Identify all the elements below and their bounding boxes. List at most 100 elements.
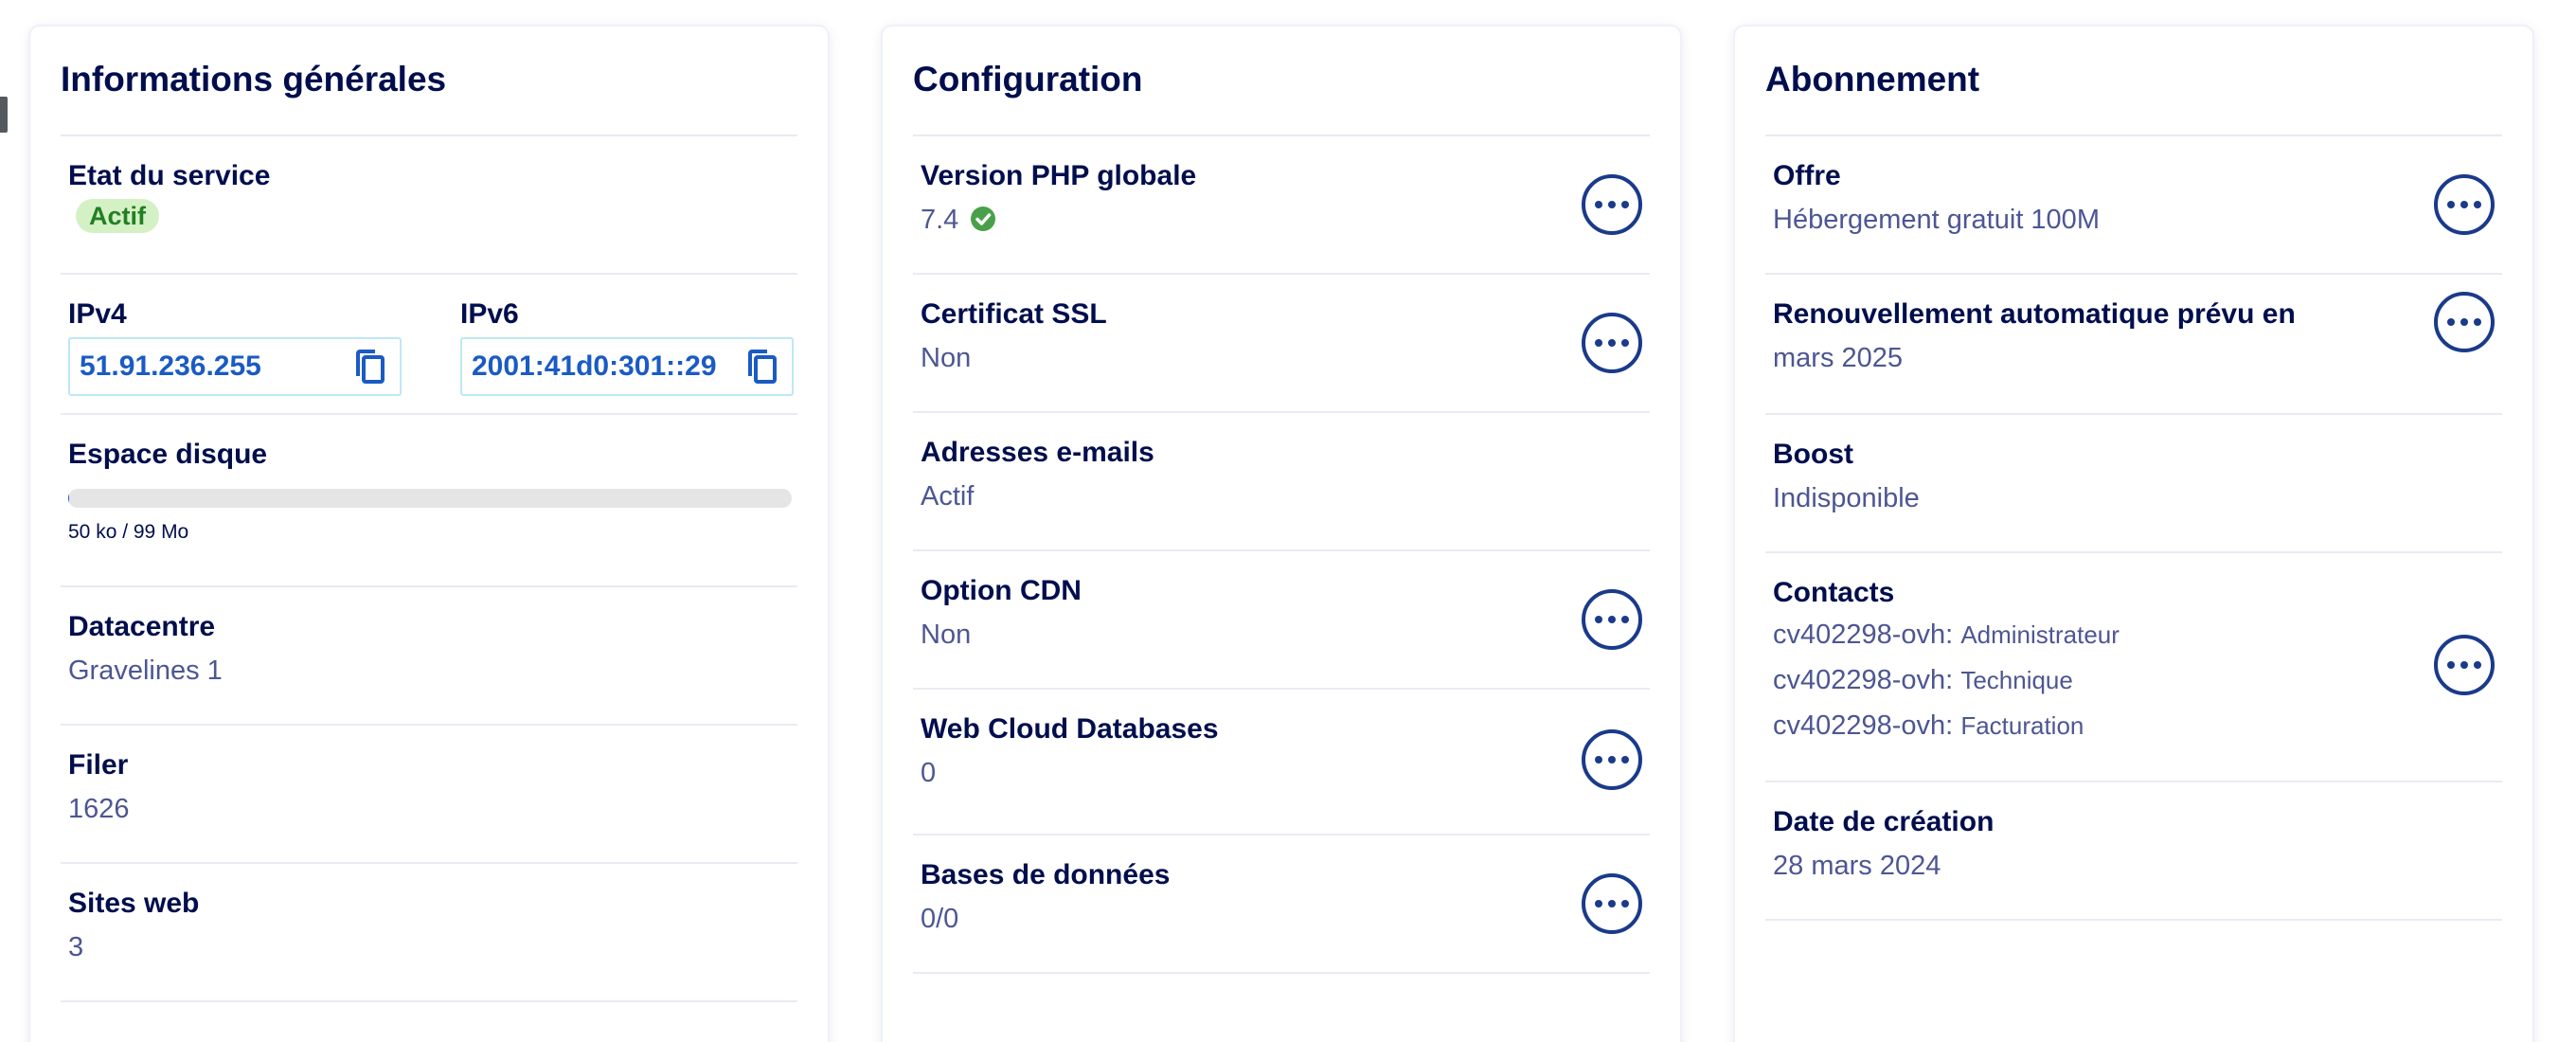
edge-marker <box>0 97 8 133</box>
contact-item: cv402298-ovh: Technique <box>1773 665 2073 695</box>
dot-icon <box>1608 756 1616 764</box>
dot-icon <box>2447 201 2455 208</box>
websites-label: Sites web <box>68 888 200 919</box>
configuration-card: Configuration Version PHP globale 7.4 Ce… <box>883 27 1680 1042</box>
datacentre-value: Gravelines 1 <box>68 656 223 686</box>
creation-date-value: 28 mars 2024 <box>1773 851 1941 881</box>
php-version-value: 7.4 <box>921 205 959 235</box>
dot-icon <box>2460 201 2468 208</box>
ipv6-value: 2001:41d0:301::29 <box>472 350 717 382</box>
ipv6-group: IPv6 2001:41d0:301::29 <box>460 296 794 396</box>
php-version-tile: Version PHP globale 7.4 <box>913 136 1650 275</box>
subscription-card: Abonnement Offre Hébergement gratuit 100… <box>1735 27 2532 1042</box>
service-state-label: Etat du service <box>68 160 271 191</box>
boost-value: Indisponible <box>1773 483 1920 513</box>
dot-icon <box>1608 339 1616 347</box>
websites-value: 3 <box>68 932 84 962</box>
contacts-list: cv402298-ovh: Administrateur cv402298-ov… <box>1773 612 2495 748</box>
creation-date-tile: Date de création 28 mars 2024 <box>1765 782 2502 921</box>
disk-usage-bar <box>68 489 792 508</box>
general-info-card: Informations générales Etat du service A… <box>30 27 828 1042</box>
ip-tile: IPv4 51.91.236.255 IPv6 2001:41d0:301::2… <box>61 275 797 415</box>
cdn-tile: Option CDN Non <box>913 551 1650 690</box>
ssl-value: Non <box>921 343 972 373</box>
dashboard: Informations générales Etat du service A… <box>0 0 2576 1042</box>
dot-icon <box>1621 900 1629 907</box>
renewal-value: mars 2025 <box>1773 343 1904 373</box>
ssl-actions-button[interactable] <box>1582 313 1642 373</box>
disk-space-tile: Espace disque 50 ko / 99 Mo <box>61 415 797 587</box>
filer-label: Filer <box>68 749 129 781</box>
filer-tile: Filer 1626 <box>61 726 797 864</box>
offer-actions-button[interactable] <box>2434 174 2495 235</box>
dot-icon <box>1621 756 1629 764</box>
offer-tile: Offre Hébergement gratuit 100M <box>1765 136 2502 275</box>
offer-value: Hébergement gratuit 100M <box>1773 205 2100 235</box>
copy-icon[interactable] <box>354 348 386 386</box>
dot-icon <box>2447 318 2455 326</box>
renewal-label: Renouvellement automatique prévu en <box>1773 298 2296 330</box>
web-cloud-db-tile: Web Cloud Databases 0 <box>913 690 1650 835</box>
web-cloud-db-label: Web Cloud Databases <box>921 713 1219 745</box>
cdn-value: Non <box>921 620 972 650</box>
copy-icon[interactable] <box>746 348 778 386</box>
offer-label: Offre <box>1773 160 1841 191</box>
datacentre-label: Datacentre <box>68 611 216 642</box>
disk-usage-caption: 50 ko / 99 Mo <box>68 521 189 543</box>
contact-item: cv402298-ovh: Administrateur <box>1773 620 2120 650</box>
filer-value: 1626 <box>68 794 130 824</box>
dot-icon <box>1595 900 1602 907</box>
emails-tile: Adresses e-mails Actif <box>913 413 1650 551</box>
websites-tile: Sites web 3 <box>61 864 797 1002</box>
dot-icon <box>2460 318 2468 326</box>
ipv4-label: IPv4 <box>68 298 127 330</box>
contact-item: cv402298-ovh: Facturation <box>1773 710 2084 741</box>
renewal-actions-button[interactable] <box>2434 292 2495 352</box>
boost-tile: Boost Indisponible <box>1765 415 2502 553</box>
emails-label: Adresses e-mails <box>921 437 1154 468</box>
dot-icon <box>1621 201 1629 208</box>
php-version-value-row: 7.4 <box>921 201 1642 243</box>
dot-icon <box>1608 616 1616 623</box>
cdn-label: Option CDN <box>921 575 1082 606</box>
dot-icon <box>2474 201 2481 208</box>
disk-space-label: Espace disque <box>68 439 268 470</box>
web-cloud-db-value: 0 <box>921 758 937 788</box>
check-circle-icon <box>970 205 996 243</box>
card-title-general: Informations générales <box>61 59 797 136</box>
databases-actions-button[interactable] <box>1582 873 1642 934</box>
ipv6-field[interactable]: 2001:41d0:301::29 <box>460 337 794 396</box>
dot-icon <box>2447 661 2455 669</box>
databases-tile: Bases de données 0/0 <box>913 835 1650 974</box>
ssl-label: Certificat SSL <box>921 298 1107 330</box>
status-badge: Actif <box>76 199 159 233</box>
dot-icon <box>1595 339 1602 347</box>
dot-icon <box>2460 661 2468 669</box>
dot-icon <box>2474 661 2481 669</box>
ipv4-field[interactable]: 51.91.236.255 <box>68 337 402 396</box>
dot-icon <box>2474 318 2481 326</box>
web-cloud-db-actions-button[interactable] <box>1582 729 1642 790</box>
boost-label: Boost <box>1773 439 1853 470</box>
card-title-configuration: Configuration <box>913 59 1650 136</box>
card-title-subscription: Abonnement <box>1765 59 2502 136</box>
dot-icon <box>1595 201 1602 208</box>
databases-label: Bases de données <box>921 859 1171 890</box>
dot-icon <box>1608 201 1616 208</box>
dot-icon <box>1595 616 1602 623</box>
ipv4-value: 51.91.236.255 <box>80 350 261 382</box>
contacts-actions-button[interactable] <box>2434 635 2495 695</box>
ipv4-group: IPv4 51.91.236.255 <box>68 296 402 396</box>
service-state-tile: Etat du service Actif <box>61 136 797 275</box>
renewal-tile: Renouvellement automatique prévu en mars… <box>1765 275 2502 415</box>
cdn-actions-button[interactable] <box>1582 589 1642 650</box>
dot-icon <box>1621 339 1629 347</box>
contacts-tile: Contacts cv402298-ovh: Administrateur cv… <box>1765 553 2502 782</box>
php-version-actions-button[interactable] <box>1582 174 1642 235</box>
ssl-tile: Certificat SSL Non <box>913 275 1650 413</box>
dot-icon <box>1621 616 1629 623</box>
dot-icon <box>1595 756 1602 764</box>
contacts-label: Contacts <box>1773 577 1895 608</box>
datacentre-tile: Datacentre Gravelines 1 <box>61 587 797 726</box>
creation-date-label: Date de création <box>1773 806 1995 837</box>
